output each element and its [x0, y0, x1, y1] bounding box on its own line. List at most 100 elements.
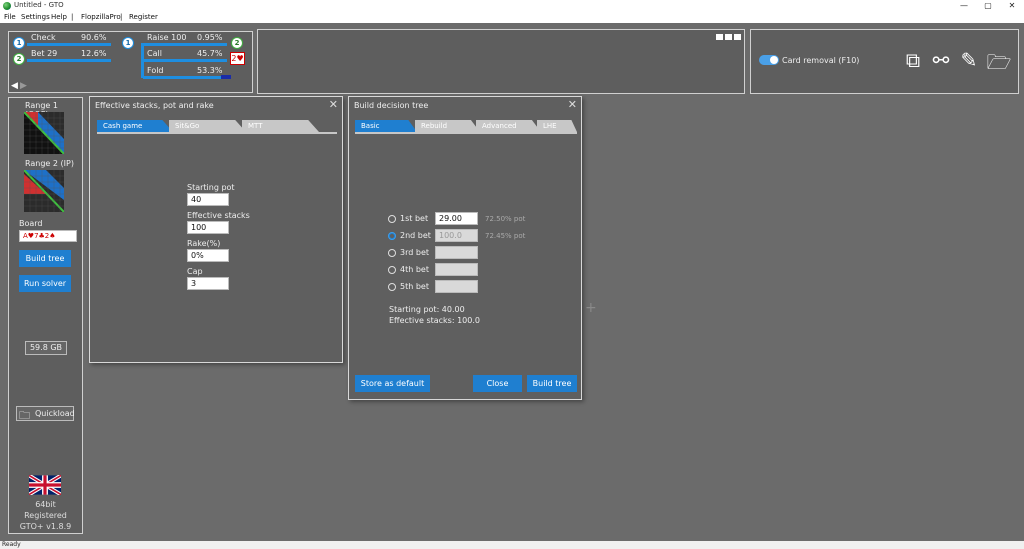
card-badge[interactable]: 2♥ — [230, 52, 245, 65]
raise-label: Raise 100 — [147, 33, 187, 42]
registered-label: Registered — [24, 511, 67, 520]
back-arrow-icon[interactable]: ◀ — [11, 81, 18, 91]
range1-grid[interactable] — [23, 111, 65, 155]
node-ip-icon[interactable]: 2 — [231, 37, 243, 49]
add-node-icon[interactable]: + — [585, 300, 597, 316]
bet5-input[interactable] — [435, 280, 478, 293]
dialog-title: Build decision tree — [354, 101, 429, 110]
left-sidebar: Range 1 (OOP) Range 2 (IP) — [8, 97, 83, 534]
range2-grid[interactable] — [23, 169, 65, 213]
fold-arrow[interactable] — [143, 76, 223, 79]
fold-label: Fold — [147, 66, 164, 75]
uk-flag-icon[interactable] — [28, 473, 62, 497]
quickload-label: Quickload — [35, 409, 75, 418]
bet3-label: 3rd bet — [400, 248, 429, 257]
bet4-input[interactable] — [435, 263, 478, 276]
node-ip-icon[interactable]: 2 — [13, 53, 25, 65]
bet1-radio[interactable] — [388, 215, 396, 223]
raise-pct: 0.95% — [197, 33, 223, 42]
effective-stacks-label: Effective stacks — [187, 211, 250, 220]
version-label: GTO+ v1.8.9 — [19, 522, 72, 531]
cap-label: Cap — [187, 267, 203, 276]
memory-display: 59.8 GB — [25, 341, 67, 355]
bet-label: Bet 29 — [31, 49, 58, 58]
range2-label: Range 2 (IP) — [25, 159, 74, 168]
layout-grid-icon[interactable] — [716, 34, 742, 41]
build-tree-button[interactable]: Build tree — [19, 250, 71, 267]
bet5-label: 5th bet — [400, 282, 429, 291]
tab-underline — [97, 132, 337, 134]
tab-lhe[interactable]: LHE — [537, 120, 577, 132]
bet3-radio[interactable] — [388, 249, 396, 257]
maximize-button[interactable]: ▢ — [976, 0, 1000, 12]
menu-bar: File Settings Help | FlopzillaPro | Regi… — [0, 12, 1024, 23]
bet2-radio[interactable] — [388, 232, 396, 240]
tree-navigation-panel: 1 Check 90.6% 2 Bet 29 12.6% 1 Raise 100… — [8, 31, 253, 93]
board-display-panel — [257, 29, 745, 94]
tab-cash-game[interactable]: Cash game — [97, 120, 173, 132]
rake-input[interactable]: 0% — [187, 249, 229, 262]
menu-flopzillapro[interactable]: FlopzillaPro — [81, 13, 121, 21]
branch-connector — [141, 43, 144, 78]
edit-icon[interactable]: ✎ — [957, 48, 981, 72]
bet1-label: 1st bet — [400, 214, 429, 223]
check-label: Check — [31, 33, 56, 42]
menu-register[interactable]: Register — [129, 13, 158, 21]
call-pct: 45.7% — [197, 49, 223, 58]
build-tree-dialog-button[interactable]: Build tree — [527, 375, 577, 392]
window-title: Untitled - GTO — [14, 1, 64, 9]
check-arrow[interactable] — [27, 43, 111, 46]
close-icon[interactable]: ✕ — [568, 98, 577, 111]
bet2-pct: 72.45% pot — [485, 232, 526, 240]
tab-sit-go[interactable]: Sit&Go — [169, 120, 246, 132]
tab-basic[interactable]: Basic — [355, 120, 417, 132]
menu-settings[interactable]: Settings — [21, 13, 50, 21]
bet3-input[interactable] — [435, 246, 478, 259]
close-window-button[interactable]: ✕ — [1000, 0, 1024, 12]
minimize-button[interactable]: — — [952, 0, 976, 12]
build-decision-tree-dialog: Build decision tree ✕ Basic Rebuild Adva… — [348, 96, 582, 400]
board-label: Board — [19, 219, 43, 228]
stacks-pot-rake-dialog: Effective stacks, pot and rake ✕ Cash ga… — [89, 96, 343, 363]
menu-file[interactable]: File — [4, 13, 16, 21]
card-removal-label: Card removal (F10) — [782, 56, 860, 65]
close-button[interactable]: Close — [473, 375, 522, 392]
node-oop-icon[interactable]: 1 — [13, 37, 25, 49]
bet4-label: 4th bet — [400, 265, 429, 274]
tree-share-icon[interactable]: ⚯ — [929, 48, 953, 72]
effective-stacks-summary: Effective stacks: 100.0 — [389, 316, 480, 325]
tab-mtt[interactable]: MTT — [242, 120, 319, 132]
status-text: Ready — [2, 541, 21, 548]
cap-input[interactable]: 3 — [187, 277, 229, 290]
quickload-button[interactable]: 🗀 Quickload — [16, 406, 75, 422]
bet5-radio[interactable] — [388, 283, 396, 291]
bet1-pct: 72.50% pot — [485, 215, 526, 223]
bet-pct: 12.6% — [81, 49, 107, 58]
card-removal-toggle[interactable] — [759, 55, 779, 65]
starting-pot-label: Starting pot — [187, 183, 235, 192]
run-solver-button[interactable]: Run solver — [19, 275, 71, 292]
bet-arrow[interactable] — [27, 59, 111, 62]
bet4-radio[interactable] — [388, 266, 396, 274]
title-bar: Untitled - GTO — ▢ ✕ — [0, 0, 1024, 12]
bet1-input[interactable]: 29.00 — [435, 212, 478, 225]
raise-arrow[interactable] — [143, 43, 227, 46]
menu-help[interactable]: Help — [51, 13, 67, 21]
open-folder-icon[interactable]: 🗁 — [985, 48, 1013, 82]
rake-label: Rake(%) — [187, 239, 221, 248]
store-as-default-button[interactable]: Store as default — [355, 375, 430, 392]
tools-panel: Card removal (F10) ⧉ ⚯ ✎ 🗁 — [750, 29, 1019, 94]
effective-stacks-input[interactable]: 100 — [187, 221, 229, 234]
board-input[interactable]: A♥7♣2♠ — [19, 230, 77, 242]
copy-icon[interactable]: ⧉ — [901, 48, 925, 72]
starting-pot-summary: Starting pot: 40.00 — [389, 305, 465, 314]
close-icon[interactable]: ✕ — [329, 98, 338, 111]
starting-pot-input[interactable]: 40 — [187, 193, 229, 206]
fold-pct: 53.3% — [197, 66, 223, 75]
bet2-input[interactable]: 100.0 — [435, 229, 478, 242]
node-oop-icon[interactable]: 1 — [122, 37, 134, 49]
tab-rebuild[interactable]: Rebuild — [415, 120, 480, 132]
call-arrow[interactable] — [143, 59, 227, 62]
forward-arrow-icon[interactable]: ▶ — [20, 81, 27, 91]
tab-advanced[interactable]: Advanced — [476, 120, 541, 132]
